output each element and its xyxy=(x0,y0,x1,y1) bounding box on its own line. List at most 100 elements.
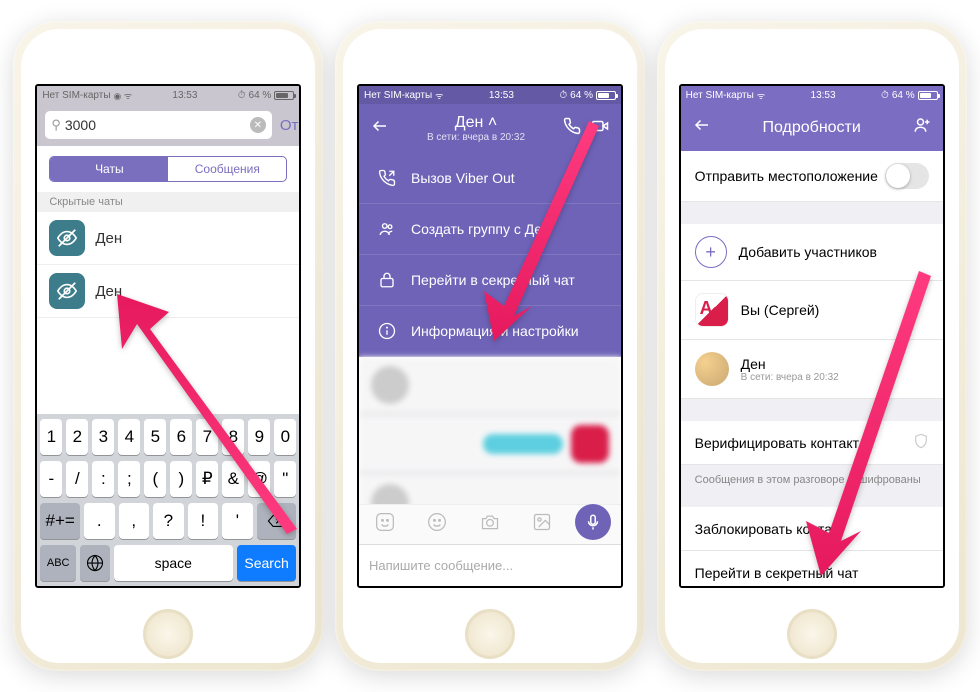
hidden-chat-avatar xyxy=(49,220,85,256)
key[interactable]: " xyxy=(274,461,296,497)
clear-search-button[interactable]: ✕ xyxy=(250,117,266,133)
encryption-note: Сообщения в этом разговоре зашифрованы xyxy=(681,465,943,495)
search-input[interactable] xyxy=(65,117,246,133)
key-symbols[interactable]: #+= xyxy=(40,503,80,539)
home-button[interactable] xyxy=(787,609,837,659)
status-bar: Нет SIM-карты◉ ᯤ 13:53 ⏱64 % xyxy=(37,86,299,104)
key[interactable]: 3 xyxy=(92,419,114,455)
battery-icon xyxy=(918,91,938,100)
key[interactable]: - xyxy=(40,461,62,497)
chat-header: Ден ˄ В сети: вчера в 20:32 xyxy=(359,104,621,153)
compose-input[interactable]: Напишите сообщение... xyxy=(369,558,611,573)
menu-secret-chat[interactable]: Перейти в секретный чат xyxy=(359,255,621,306)
key-space[interactable]: space xyxy=(114,545,233,581)
clock: 13:53 xyxy=(172,90,197,101)
wifi-icon: ◉ ᯤ xyxy=(114,89,133,102)
sticker-button[interactable] xyxy=(375,512,395,537)
avatar-member xyxy=(695,352,729,386)
key[interactable]: 2 xyxy=(66,419,88,455)
chat-name: Ден xyxy=(95,230,122,247)
key[interactable]: @ xyxy=(248,461,270,497)
camera-button[interactable] xyxy=(480,512,500,537)
phone-frame-2: Нет SIM-картыᯤ 13:53 ⏱64 % Ден ˄ В сети:… xyxy=(335,21,645,671)
image-icon xyxy=(532,512,552,532)
back-button[interactable] xyxy=(371,117,389,140)
key[interactable]: ) xyxy=(170,461,192,497)
key[interactable]: 9 xyxy=(248,419,270,455)
key[interactable]: 1 xyxy=(40,419,62,455)
row-add-participants[interactable]: + Добавить участников xyxy=(681,224,943,281)
row-member[interactable]: Ден В сети: вчера в 20:32 xyxy=(681,340,943,399)
chat-item[interactable]: Ден xyxy=(37,212,299,265)
key[interactable]: & xyxy=(222,461,244,497)
video-icon xyxy=(591,117,609,135)
chat-item[interactable]: Ден xyxy=(37,265,299,318)
key[interactable]: 0 xyxy=(274,419,296,455)
key[interactable]: ; xyxy=(118,461,140,497)
segment-control: Чаты Сообщения xyxy=(49,156,287,182)
back-button[interactable] xyxy=(693,116,711,139)
phone-frame-3: Нет SIM-картыᯤ 13:53 ⏱64 % Подробности О… xyxy=(657,21,967,671)
screen-3: Нет SIM-картыᯤ 13:53 ⏱64 % Подробности О… xyxy=(679,84,945,588)
menu-create-group[interactable]: Создать группу с Ден xyxy=(359,204,621,255)
cancel-button[interactable]: Отменить xyxy=(280,117,301,134)
key[interactable]: 8 xyxy=(222,419,244,455)
row-block-contact[interactable]: Заблокировать контакт xyxy=(681,507,943,551)
alarm-icon: ⏱ xyxy=(881,90,889,101)
person-add-icon xyxy=(913,116,931,134)
arrow-left-icon xyxy=(371,117,389,135)
status-bar: Нет SIM-картыᯤ 13:53 ⏱64 % xyxy=(359,86,621,104)
voice-message-button[interactable] xyxy=(575,504,611,540)
settings-list: Отправить местоположение + Добавить учас… xyxy=(681,151,943,588)
clock: 13:53 xyxy=(811,90,836,101)
key[interactable]: 5 xyxy=(144,419,166,455)
tab-messages[interactable]: Сообщения xyxy=(168,157,286,181)
chat-status: В сети: вчера в 20:32 xyxy=(389,132,563,143)
chat-title[interactable]: Ден ˄ xyxy=(389,114,563,132)
key[interactable]: 4 xyxy=(118,419,140,455)
key[interactable]: ( xyxy=(144,461,166,497)
row-verify-contact[interactable]: Верифицировать контакт xyxy=(681,421,943,465)
voice-call-button[interactable] xyxy=(563,117,581,140)
battery-icon xyxy=(274,91,294,100)
key[interactable]: 6 xyxy=(170,419,192,455)
arrow-left-icon xyxy=(693,116,711,134)
eye-slash-icon xyxy=(56,280,78,302)
row-send-location[interactable]: Отправить местоположение xyxy=(681,151,943,202)
gallery-button[interactable] xyxy=(532,512,552,537)
home-button[interactable] xyxy=(143,609,193,659)
video-call-button[interactable] xyxy=(591,117,609,140)
tab-chats[interactable]: Чаты xyxy=(50,157,168,181)
compose-bar: Напишите сообщение... xyxy=(359,544,621,586)
key[interactable]: ' xyxy=(222,503,253,539)
key[interactable]: / xyxy=(66,461,88,497)
location-toggle[interactable] xyxy=(885,163,929,189)
battery-icon xyxy=(596,91,616,100)
screen-2: Нет SIM-картыᯤ 13:53 ⏱64 % Ден ˄ В сети:… xyxy=(357,84,623,588)
key-search[interactable]: Search xyxy=(237,545,297,581)
row-goto-secret-chat[interactable]: Перейти в секретный чат xyxy=(681,551,943,588)
gif-button[interactable] xyxy=(427,512,447,537)
key[interactable]: . xyxy=(84,503,115,539)
search-header: ⚲ ✕ Отменить xyxy=(37,104,299,146)
row-member-you[interactable]: Вы (Сергей) xyxy=(681,281,943,340)
key-backspace[interactable] xyxy=(257,503,297,539)
menu-info-settings[interactable]: Информация и настройки xyxy=(359,306,621,357)
key[interactable]: , xyxy=(119,503,150,539)
key[interactable]: ₽ xyxy=(196,461,218,497)
menu-viber-out[interactable]: Вызов Viber Out xyxy=(359,153,621,204)
backspace-icon xyxy=(267,514,287,528)
add-person-button[interactable] xyxy=(913,116,931,139)
search-box[interactable]: ⚲ ✕ xyxy=(45,111,272,139)
key[interactable]: ! xyxy=(188,503,219,539)
key-globe[interactable] xyxy=(80,545,110,581)
home-button[interactable] xyxy=(465,609,515,659)
status-bar: Нет SIM-картыᯤ 13:53 ⏱64 % xyxy=(681,86,943,104)
key[interactable]: : xyxy=(92,461,114,497)
phone-frame-1: Нет SIM-карты◉ ᯤ 13:53 ⏱64 % ⚲ ✕ Отменит… xyxy=(13,21,323,671)
key[interactable]: ? xyxy=(153,503,184,539)
key-abc[interactable]: ABC xyxy=(40,545,76,581)
key[interactable]: 7 xyxy=(196,419,218,455)
page-title: Подробности xyxy=(711,119,913,137)
shield-icon xyxy=(913,433,929,452)
